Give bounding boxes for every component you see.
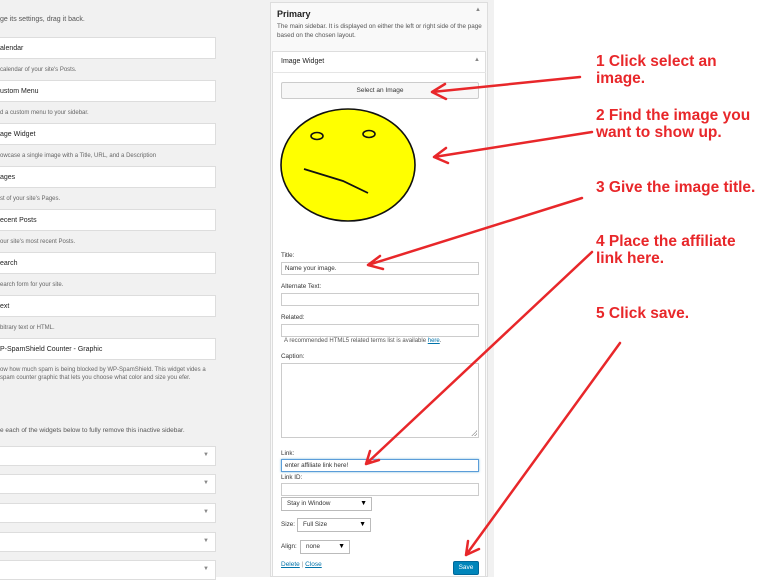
widget-title: ages [0, 174, 16, 181]
link-separator: | [301, 561, 304, 568]
widget-title: alendar [0, 45, 24, 52]
widget-pages[interactable]: ages [0, 166, 216, 188]
related-note-text: A recommended HTML5 related terms list i… [284, 338, 427, 344]
caret-down-icon[interactable]: ▼ [203, 538, 209, 544]
widget-title: ecent Posts [0, 217, 37, 224]
related-note: A recommended HTML5 related terms list i… [284, 338, 442, 344]
image-widget-title: Image Widget [281, 58, 325, 65]
widget-custom-menu[interactable]: ustom Menu [0, 80, 216, 102]
annotation-step-1: 1 Click select an image. [596, 53, 717, 87]
related-label: Related: [281, 314, 305, 321]
caret-down-icon[interactable]: ▼ [203, 480, 209, 486]
close-link[interactable]: Close [305, 561, 322, 568]
widget-title: ustom Menu [0, 88, 39, 95]
align-label: Align: [281, 543, 297, 550]
annotation-step-2: 2 Find the image you want to show up. [596, 107, 751, 141]
widget-image[interactable]: age Widget [0, 123, 216, 145]
widget-description: bitrary text or HTML. [0, 325, 55, 331]
link-target-select[interactable]: Stay in Window ▼ [281, 497, 372, 511]
align-select[interactable]: none ▼ [300, 540, 350, 554]
inactive-widget-row[interactable]: ▼ [0, 503, 216, 523]
widget-text[interactable]: ext [0, 295, 216, 317]
link-id-label: Link ID: [281, 474, 303, 481]
related-input[interactable] [281, 324, 479, 337]
widget-search[interactable]: earch [0, 252, 216, 274]
link-label: Link: [281, 450, 295, 457]
caret-down-icon[interactable]: ▼ [203, 566, 209, 572]
select-image-button[interactable]: Select an Image [281, 82, 479, 99]
delete-link[interactable]: Delete [281, 561, 300, 568]
inactive-sidebar-text: e each of the widgets below to fully rem… [0, 427, 185, 434]
sidebar-title[interactable]: Primary [277, 9, 311, 19]
size-select[interactable]: Full Size ▼ [297, 518, 371, 532]
link-input[interactable]: enter affiliate link here! [281, 459, 479, 472]
inactive-widget-row[interactable]: ▼ [0, 532, 216, 552]
link-target-value: Stay in Window [287, 500, 331, 507]
annotation-step-4: 4 Place the affiliate link here. [596, 233, 736, 267]
save-button[interactable]: Save [453, 561, 479, 575]
resize-handle-icon[interactable] [471, 430, 477, 436]
widget-description: our site's most recent Posts. [0, 239, 76, 245]
widget-title: ext [0, 303, 10, 310]
related-terms-link[interactable]: here [428, 338, 440, 344]
caret-down-icon[interactable]: ▼ [203, 509, 209, 515]
widget-calendar[interactable]: alendar [0, 37, 216, 59]
inactive-widget-row[interactable]: ▼ [0, 446, 216, 466]
caret-up-icon[interactable]: ▲ [474, 57, 480, 63]
widget-footer-links: Delete | Close [281, 561, 322, 568]
alternate-text-input[interactable] [281, 293, 479, 306]
widget-description: ow how much spam is being blocked by WP-… [0, 367, 206, 381]
caret-down-icon[interactable]: ▼ [203, 452, 209, 458]
widget-recent-posts[interactable]: ecent Posts [0, 209, 216, 231]
widget-title: P-SpamShield Counter - Graphic [0, 346, 103, 353]
title-label: Title: [281, 252, 295, 259]
widget-title: age Widget [0, 131, 36, 138]
caption-label: Caption: [281, 353, 305, 360]
caret-up-icon[interactable]: ▲ [475, 7, 481, 13]
dropdown-arrow-icon: ▼ [359, 521, 366, 528]
align-value: none [306, 543, 321, 550]
size-value: Full Size [303, 521, 328, 528]
title-input[interactable]: Name your image. [281, 262, 479, 275]
widget-title: earch [0, 260, 18, 267]
widget-description: owcase a single image with a Title, URL,… [0, 153, 157, 159]
size-label: Size: [281, 521, 295, 528]
widget-description: earch form for your site. [0, 282, 64, 288]
widget-description: st of your site's Pages. [0, 196, 61, 202]
drag-hint-text: ge its settings, drag it back. [0, 16, 85, 23]
annotation-step-3: 3 Give the image title. [596, 179, 756, 196]
alternate-text-label: Alternate Text: [281, 283, 322, 290]
widget-description: calendar of your site's Posts. [0, 67, 77, 73]
dropdown-arrow-icon: ▼ [360, 500, 367, 507]
dropdown-arrow-icon: ▼ [338, 543, 345, 550]
sidebar-description: The main sidebar. It is displayed on eit… [277, 23, 482, 39]
inactive-widget-row[interactable]: ▼ [0, 474, 216, 494]
caption-textarea[interactable] [281, 363, 479, 438]
annotation-step-5: 5 Click save. [596, 305, 690, 322]
widget-spamshield-counter[interactable]: P-SpamShield Counter - Graphic [0, 338, 216, 360]
link-id-input[interactable] [281, 483, 479, 496]
widget-description: d a custom menu to your sidebar. [0, 110, 89, 116]
inactive-widget-row[interactable]: ▼ [0, 560, 216, 580]
